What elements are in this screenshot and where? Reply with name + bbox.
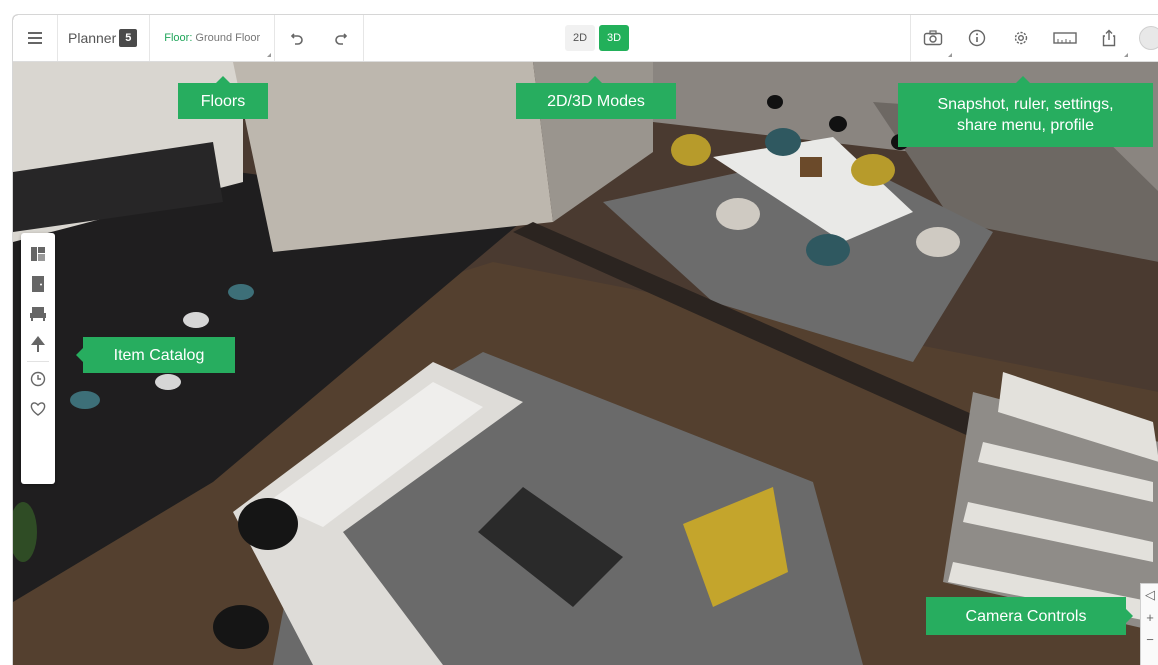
floorplan-icon[interactable] [21, 239, 55, 269]
floor-prefix: Floor: [164, 32, 193, 44]
callout-camera-controls: Camera Controls [926, 597, 1133, 635]
callout-catalog-text: Item Catalog [113, 346, 205, 364]
item-catalog-toolbar [21, 233, 55, 484]
avatar[interactable] [1139, 26, 1158, 50]
callout-floors-text: Floors [200, 92, 246, 110]
app-window: Planner 5 Floor: Ground Floor 2D 3D Floo… [12, 14, 1158, 665]
share-icon[interactable] [1087, 15, 1131, 61]
rotate-icon[interactable]: ◁ [1145, 584, 1155, 606]
mode-3d-button[interactable]: 3D [599, 25, 629, 51]
hamburger-icon[interactable] [13, 15, 57, 61]
tree-icon[interactable] [21, 329, 55, 359]
floor-selector[interactable]: Floor: Ground Floor [150, 15, 274, 61]
top-toolbar: Planner 5 Floor: Ground Floor 2D 3D [13, 15, 1158, 62]
door-icon[interactable] [21, 269, 55, 299]
camera-icon[interactable] [911, 15, 955, 61]
callout-tools-line1: Snapshot, ruler, settings, [937, 96, 1114, 113]
redo-icon[interactable] [319, 15, 363, 61]
logo-text: Planner [68, 30, 117, 46]
logo-badge: 5 [119, 29, 138, 47]
zoom-in-button[interactable]: + [1146, 606, 1154, 628]
undo-icon[interactable] [275, 15, 319, 61]
heart-icon[interactable] [21, 394, 55, 424]
gear-icon[interactable] [999, 15, 1043, 61]
floor-name: Ground Floor [195, 32, 261, 44]
callout-item-catalog: Item Catalog [76, 337, 235, 373]
callout-camera-text: Camera Controls [965, 607, 1087, 625]
zoom-out-button[interactable]: − [1146, 628, 1154, 650]
furniture-icon[interactable] [21, 299, 55, 329]
mode-2d-button[interactable]: 2D [565, 25, 595, 51]
callout-tools: Snapshot, ruler, settings, share menu, p… [898, 76, 1153, 147]
ruler-icon[interactable] [1043, 15, 1087, 61]
info-icon[interactable] [955, 15, 999, 61]
callout-floors: Floors [178, 76, 268, 119]
callout-tools-line2: share menu, profile [957, 117, 1094, 134]
callout-modes: 2D/3D Modes [516, 76, 676, 119]
history-icon[interactable] [21, 364, 55, 394]
right-tools [910, 15, 1158, 61]
camera-controls: ◁ + − [1140, 583, 1158, 665]
callout-modes-text: 2D/3D Modes [547, 92, 645, 110]
app-logo: Planner 5 [58, 15, 149, 61]
mode-toggle: 2D 3D [565, 25, 629, 51]
